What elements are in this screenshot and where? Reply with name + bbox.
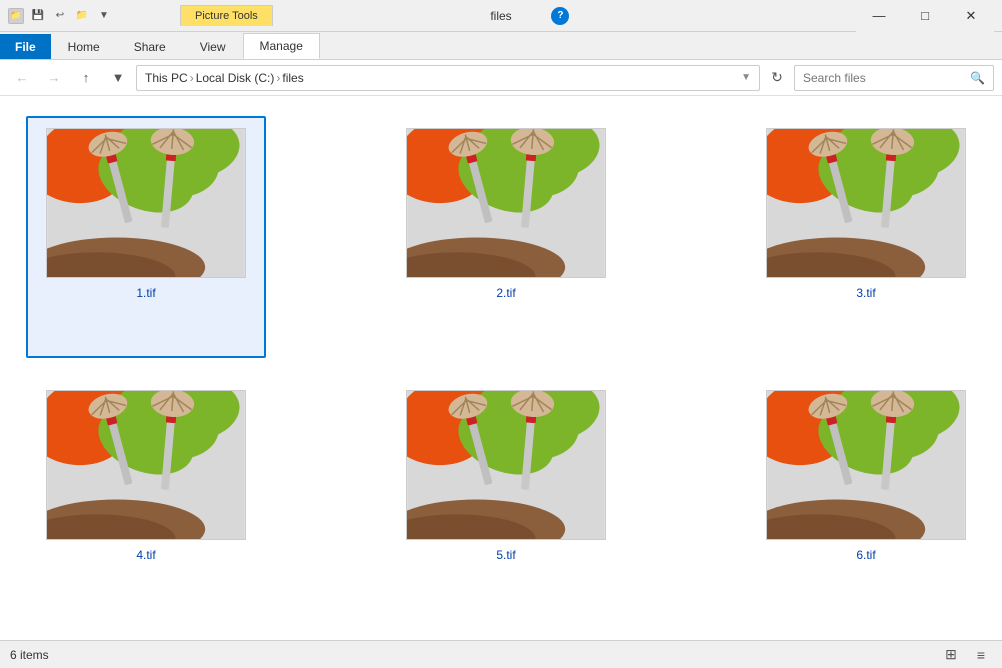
details-view-button[interactable]: ≡: [970, 644, 992, 666]
window-controls: — □ ✕: [856, 0, 994, 32]
search-icon: 🔍: [970, 71, 985, 85]
view-controls: ⊞ ≡: [940, 644, 992, 666]
new-folder-qat-button[interactable]: 📁: [74, 8, 90, 24]
address-part-thispc: This PC: [145, 71, 188, 85]
recent-locations-button[interactable]: ▼: [104, 64, 132, 92]
file-label: 4.tif: [136, 548, 155, 562]
file-item[interactable]: 6.tif: [746, 378, 986, 620]
file-label: 2.tif: [496, 286, 515, 300]
address-bar-dropdown[interactable]: ▼: [741, 72, 751, 83]
file-label: 3.tif: [856, 286, 875, 300]
file-thumbnail: [766, 390, 966, 540]
search-input[interactable]: [803, 71, 966, 85]
content-area: 1.tif: [0, 96, 1002, 640]
address-part-files: files: [282, 71, 303, 85]
file-label: 5.tif: [496, 548, 515, 562]
tab-manage[interactable]: Manage: [243, 33, 320, 59]
ribbon-tabs: File Home Share View Manage: [0, 32, 1002, 60]
app-icon: 📁: [8, 8, 24, 24]
search-bar[interactable]: 🔍: [794, 65, 994, 91]
file-item[interactable]: 2.tif: [386, 116, 626, 358]
up-button[interactable]: ↑: [72, 64, 100, 92]
large-icons-view-button[interactable]: ⊞: [940, 644, 962, 666]
undo-qat-button[interactable]: ↩: [52, 8, 68, 24]
maximize-button[interactable]: □: [902, 0, 948, 32]
file-item[interactable]: 4.tif: [26, 378, 266, 620]
file-label: 6.tif: [856, 548, 875, 562]
window-title: files: [490, 9, 511, 23]
file-thumbnail: [766, 128, 966, 278]
tab-file[interactable]: File: [0, 34, 51, 59]
status-bar: 6 items ⊞ ≡: [0, 640, 1002, 668]
help-button[interactable]: ?: [551, 7, 569, 25]
file-item[interactable]: 3.tif: [746, 116, 986, 358]
picture-tools-tab[interactable]: Picture Tools: [180, 5, 273, 26]
qat-chevron[interactable]: ▼: [96, 8, 112, 24]
item-count: 6 items: [10, 648, 49, 662]
file-item[interactable]: 1.tif: [26, 116, 266, 358]
files-grid: 1.tif: [16, 106, 1002, 630]
address-bar[interactable]: This PC › Local Disk (C:) › files ▼: [136, 65, 760, 91]
quick-access-toolbar: 📁 💾 ↩ 📁 ▼: [8, 8, 112, 24]
file-thumbnail: [406, 128, 606, 278]
save-qat-button[interactable]: 💾: [30, 8, 46, 24]
tab-home[interactable]: Home: [51, 34, 117, 59]
refresh-button[interactable]: ↻: [764, 65, 790, 91]
nav-bar: ← → ↑ ▼ This PC › Local Disk (C:) › file…: [0, 60, 1002, 96]
minimize-button[interactable]: —: [856, 0, 902, 32]
address-part-localdisk: Local Disk (C:): [196, 71, 275, 85]
tab-view[interactable]: View: [183, 34, 243, 59]
file-thumbnail: [406, 390, 606, 540]
file-thumbnail: [46, 390, 246, 540]
close-button[interactable]: ✕: [948, 0, 994, 32]
file-thumbnail: [46, 128, 246, 278]
forward-button[interactable]: →: [40, 64, 68, 92]
tab-share[interactable]: Share: [117, 34, 183, 59]
back-button[interactable]: ←: [8, 64, 36, 92]
file-label: 1.tif: [136, 286, 155, 300]
file-item[interactable]: 5.tif: [386, 378, 626, 620]
title-bar: 📁 💾 ↩ 📁 ▼ Picture Tools files ? — □ ✕: [0, 0, 1002, 32]
